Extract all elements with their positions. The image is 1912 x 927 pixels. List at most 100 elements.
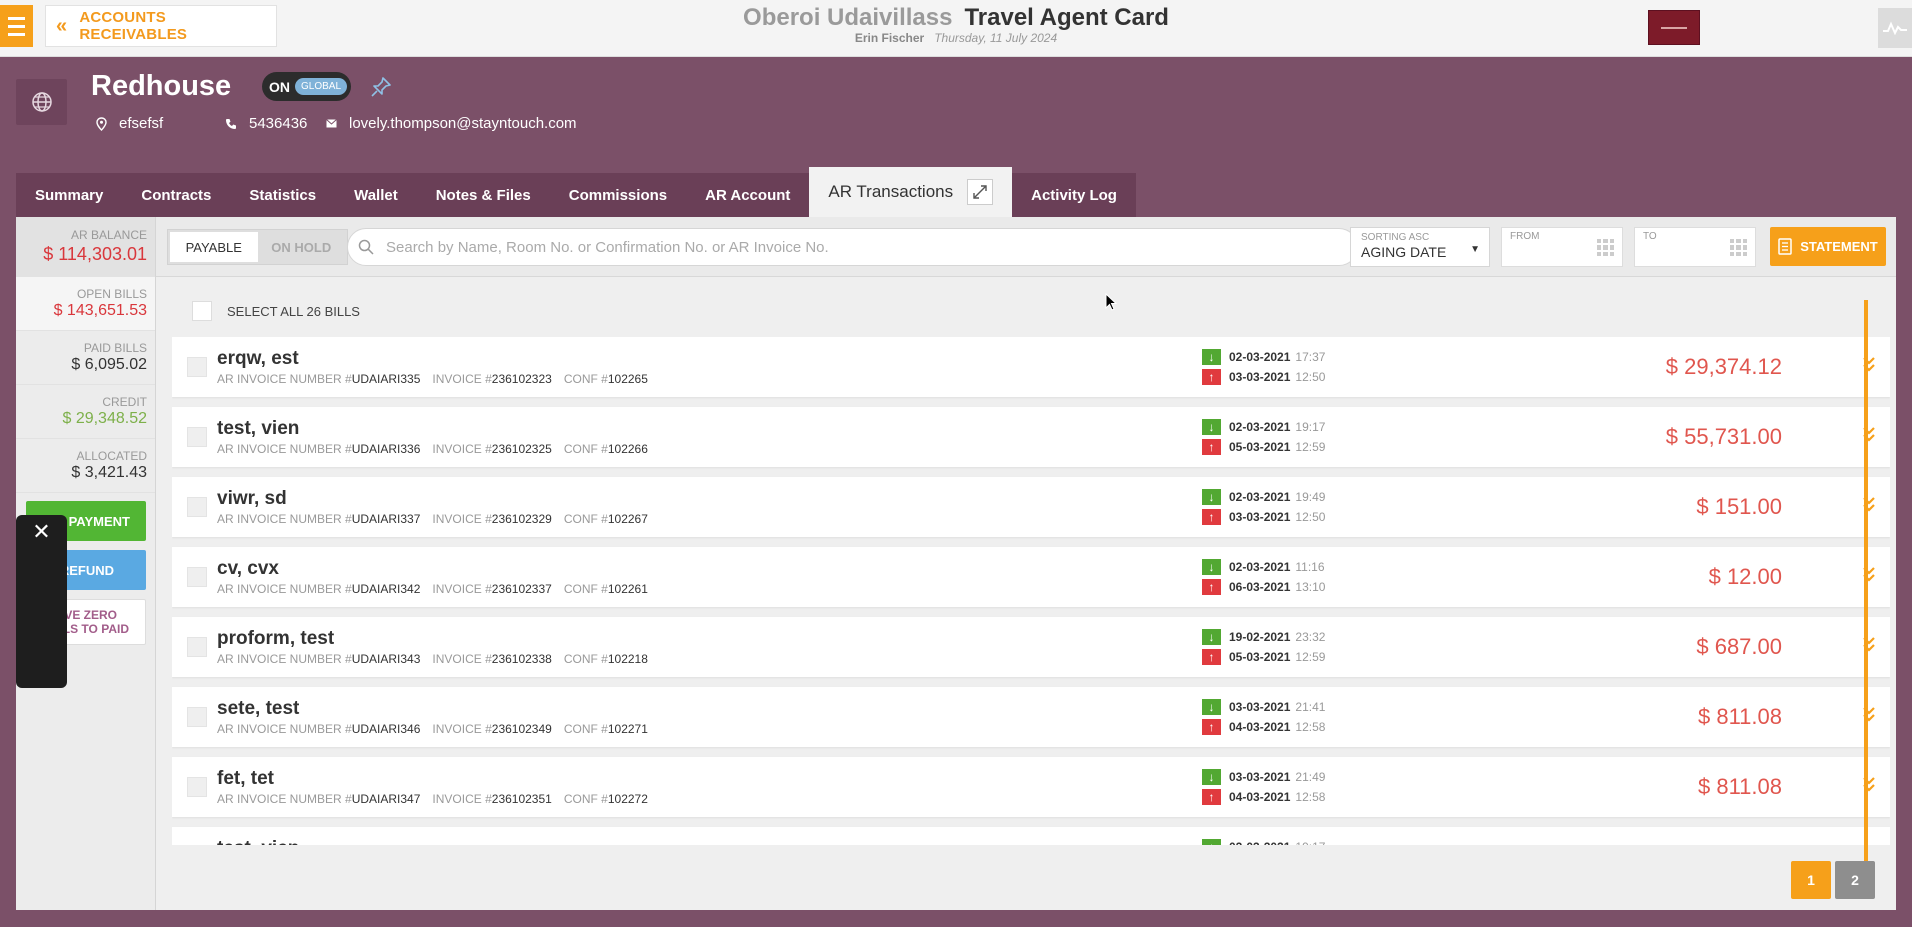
payable-option[interactable]: PAYABLE [170,232,258,262]
page-1-button[interactable]: 1 [1791,861,1831,899]
ar-invoice-number: UDAIARI337 [351,512,421,526]
ar-balance: AR BALANCE $ 114,303.01 [16,217,156,277]
bill-meta: AR INVOICE NUMBER #UDAIARI343 INVOICE #23… [217,652,648,666]
bill-checkbox[interactable] [187,497,207,517]
bill-row[interactable]: proform, test AR INVOICE NUMBER #UDAIARI3… [172,617,1890,677]
ar-invoice-number: UDAIARI335 [351,372,421,386]
departure-time: 12:59 [1295,650,1326,664]
bill-amount: $ 151.00 [1696,494,1782,519]
bill-checkbox[interactable] [187,707,207,727]
ar-invoice-number: UDAIARI342 [351,582,421,596]
invoice-number: 236102329 [491,512,552,526]
bill-checkbox[interactable] [187,777,207,797]
global-toggle[interactable]: ON GLOBAL [262,72,351,101]
bill-checkbox[interactable] [187,427,207,447]
tab-ar-account[interactable]: AR Account [686,173,810,217]
pin-icon[interactable] [370,76,392,103]
arrival-datetime: 03-03-2021 21:49 [1229,770,1325,784]
bill-row[interactable]: sete, test AR INVOICE NUMBER #UDAIARI346 I… [172,687,1890,747]
conf-prefix: CONF # [563,722,608,736]
hotel-logo [1648,10,1700,45]
bill-checkbox[interactable] [187,357,207,377]
arrival-datetime: 19-02-2021 23:32 [1229,630,1325,644]
bill-row[interactable]: cv, cvx AR INVOICE NUMBER #UDAIARI342 INVO… [172,547,1890,607]
activity-pulse-icon[interactable] [1878,8,1912,48]
select-all-label: SELECT ALL 26 BILLS [227,303,360,319]
departure-time: 12:58 [1295,720,1326,734]
invoice-prefix: INVOICE # [432,512,492,526]
invoice-prefix: INVOICE # [432,722,492,736]
on-hold-option[interactable]: ON HOLD [258,232,346,262]
arrival-datetime: 02-03-2021 19:17 [1229,840,1325,845]
page-2-button[interactable]: 2 [1835,861,1875,899]
statement-button[interactable]: STATEMENT [1770,227,1886,266]
tab-summary[interactable]: Summary [16,173,123,217]
invoice-prefix: INVOICE # [432,792,492,806]
close-icon[interactable]: ✕ [32,519,50,544]
tab-statistics[interactable]: Statistics [230,173,336,217]
toggle-on-label: ON [269,78,290,95]
bill-row[interactable]: erqw, est AR INVOICE NUMBER #UDAIARI335 IN… [172,337,1890,397]
ar-invoice-number: UDAIARI347 [351,792,421,806]
departure-date: 03-03-2021 [1229,370,1291,384]
from-date-field[interactable]: FROM [1501,227,1623,267]
business-date: Thursday, 11 July 2024 [934,31,1058,45]
conf-number: 102261 [607,582,648,596]
guest-name: sete, test [217,698,300,719]
mouse-cursor-icon [1105,293,1117,311]
tab-ar-transactions-label: AR Transactions [828,182,954,201]
open-bills-label: OPEN BILLS [76,287,147,301]
conf-prefix: CONF # [563,372,608,386]
departure-datetime: 05-03-2021 12:59 [1229,650,1325,664]
phone-text: 5436436 [249,115,308,132]
tab-activity-log[interactable]: Activity Log [1012,173,1136,217]
credit-value: $ 29,348.52 [62,410,147,427]
card-location: efsefsf [96,115,163,132]
arrival-time: 11:16 [1295,560,1325,574]
search-input[interactable] [386,238,1357,256]
list-scrollbar[interactable] [1864,300,1868,872]
tab-contracts[interactable]: Contracts [122,173,231,217]
bill-row[interactable]: viwr, sd AR INVOICE NUMBER #UDAIARI337 INV… [172,477,1890,537]
bill-meta: AR INVOICE NUMBER #UDAIARI336 INVOICE #23… [217,442,648,456]
departure-datetime: 03-03-2021 12:50 [1229,510,1325,524]
open-bills[interactable]: OPEN BILLS $ 143,651.53 [16,277,155,331]
to-date-field[interactable]: TO [1634,227,1756,267]
bill-row[interactable]: fet, tet AR INVOICE NUMBER #UDAIARI347 INV… [172,757,1890,817]
tab-ar-transactions[interactable]: AR Transactions [809,167,1013,217]
expand-icon[interactable] [967,179,994,205]
guest-name: viwr, sd [217,488,287,509]
bill-checkbox[interactable] [187,567,207,587]
calendar-icon [1597,239,1614,256]
email-text[interactable]: lovely.thompson@stayntouch.com [349,115,577,132]
select-all[interactable]: SELECT ALL 26 BILLS [192,301,360,321]
departure-time: 12:50 [1295,370,1326,384]
card-phone: 5436436 [225,115,307,132]
arrival-date: 02-03-2021 [1229,560,1291,574]
tab-notes-files[interactable]: Notes & Files [416,173,550,217]
card-name: Redhouse [91,70,232,102]
sort-select[interactable]: SORTING ASC AGING DATE ▼ [1350,227,1490,267]
phone-icon [226,118,236,129]
bill-amount: $ 811.08 [1697,704,1782,729]
paid-bills-label: PAID BILLS [83,341,147,355]
departure-arrow-icon: ↑ [1202,439,1221,455]
ar-invoice-number: UDAIARI346 [351,722,421,736]
select-all-checkbox[interactable] [192,301,212,321]
card-type-title: Travel Agent Card [964,4,1169,31]
conf-prefix: CONF # [563,652,608,666]
paid-bills[interactable]: PAID BILLS $ 6,095.02 [16,331,155,385]
user-name: Erin Fischer [854,31,925,45]
departure-time: 12:58 [1295,790,1326,804]
bill-row[interactable]: test, vien AR INVOICE NUMBER #UDAIARI336 I… [172,407,1890,467]
bill-row[interactable]: test, vienAR INVOICE NUMBER #INVOICE #CO… [172,827,1890,845]
ar-invoice-number: UDAIARI343 [351,652,421,666]
floating-dark-panel: ✕ [16,515,67,688]
departure-arrow-icon: ↑ [1202,719,1221,735]
tab-wallet[interactable]: Wallet [335,173,417,217]
page-title: Oberoi Udaivillass Travel Agent Card [0,4,1912,32]
card-email: lovely.thompson@stayntouch.com [326,115,577,132]
invoice-prefix: INVOICE # [432,372,492,386]
bill-checkbox[interactable] [187,637,207,657]
tab-commissions[interactable]: Commissions [549,173,687,217]
